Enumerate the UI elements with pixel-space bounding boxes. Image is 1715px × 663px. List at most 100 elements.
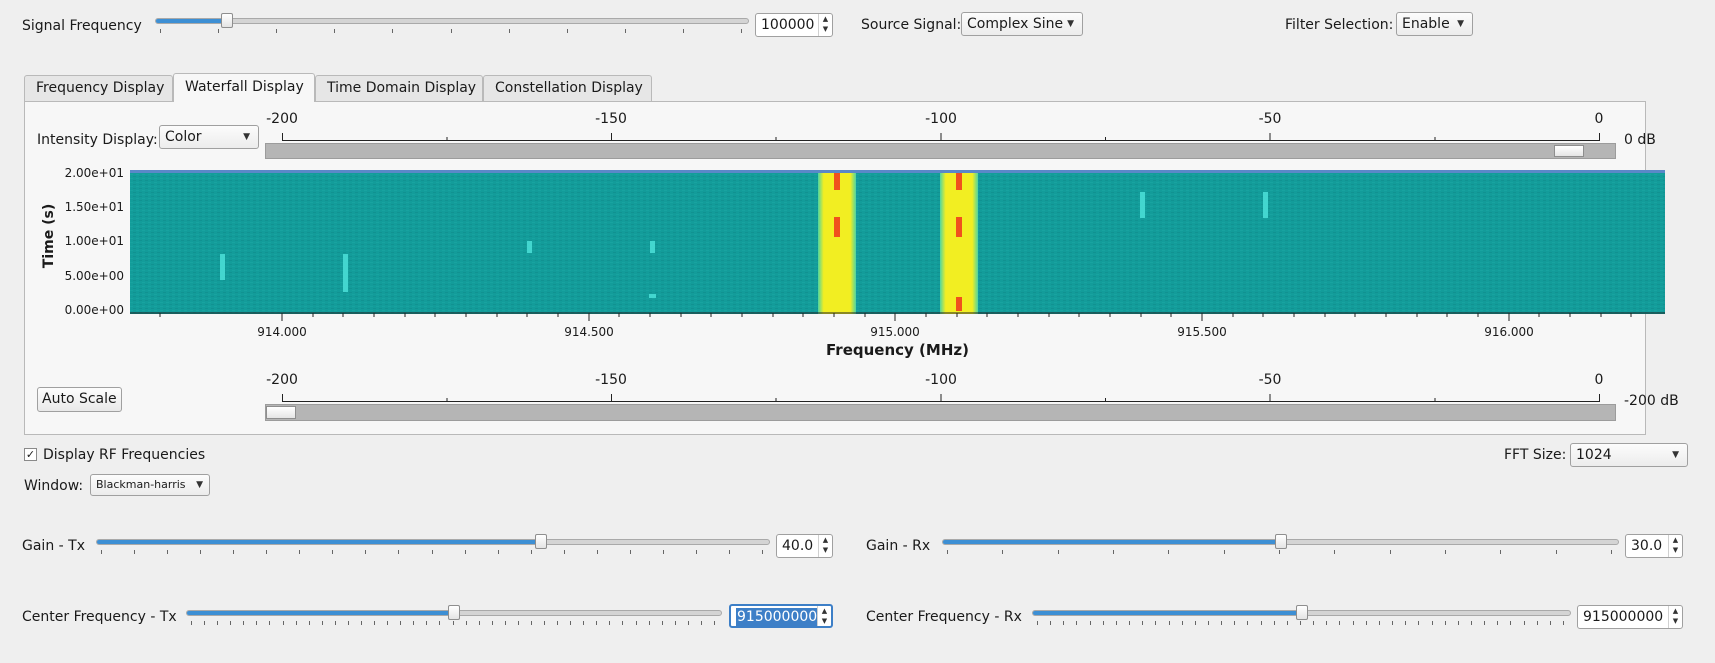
spin-arrows-icon[interactable]: ▲ ▼ xyxy=(818,14,832,36)
gain-rx-label: Gain - Rx xyxy=(866,538,931,554)
lower-db-value: -200 dB xyxy=(1624,393,1679,409)
lower-db-tick-label: -50 xyxy=(1258,372,1282,388)
intensity-display-combo[interactable]: Color ▼ xyxy=(159,125,259,149)
center-frequency-rx-spinbox[interactable]: 915000000 ▲ ▼ xyxy=(1577,605,1683,629)
chevron-down-icon: ▼ xyxy=(1067,19,1074,29)
combo-value: Enable xyxy=(1402,16,1450,32)
x-tick-label: 916.000 xyxy=(1484,325,1534,339)
x-tick-label: 914.000 xyxy=(257,325,307,339)
upper-db-value: 0 dB xyxy=(1624,132,1656,148)
spinbox-value: 915000000 xyxy=(1583,609,1664,625)
center-frequency-tx-label: Center Frequency - Tx xyxy=(22,609,177,625)
signal-peak xyxy=(834,173,840,190)
lower-db-ticks xyxy=(282,394,1600,402)
upper-db-ticks xyxy=(282,133,1600,141)
tab-constellation-display[interactable]: Constellation Display xyxy=(483,75,652,101)
spin-arrows-icon[interactable]: ▲ ▼ xyxy=(1668,535,1682,557)
display-rf-label: Display RF Frequencies xyxy=(43,447,206,463)
signal-frequency-spinbox[interactable]: 100000 ▲ ▼ xyxy=(755,13,833,37)
filter-selection-label: Filter Selection: xyxy=(1285,17,1394,33)
chevron-down-icon: ▼ xyxy=(1457,19,1464,29)
signal-trace xyxy=(343,254,348,292)
slider-handle[interactable] xyxy=(1274,534,1287,549)
signal-band xyxy=(940,173,978,314)
spinbox-value: 915000000 xyxy=(736,608,819,626)
tab-time-domain-display[interactable]: Time Domain Display xyxy=(315,75,483,101)
x-axis-ticks xyxy=(130,312,1665,321)
window-combo[interactable]: Blackman-harris ▼ xyxy=(90,474,210,496)
waterfall-plot[interactable] xyxy=(130,170,1665,314)
slider-ticks xyxy=(191,621,715,625)
lower-db-tick-label: -150 xyxy=(595,372,627,388)
spinbox-value: 100000 xyxy=(761,17,815,33)
signal-peak xyxy=(834,217,840,237)
filter-selection-combo[interactable]: Enable ▼ xyxy=(1396,12,1473,36)
lower-intensity-slider[interactable] xyxy=(265,404,1616,421)
x-tick-label: 914.500 xyxy=(564,325,614,339)
chevron-down-icon: ▼ xyxy=(1672,450,1679,460)
signal-peak xyxy=(956,297,962,311)
upper-intensity-slider[interactable] xyxy=(265,143,1616,159)
center-frequency-rx-slider[interactable] xyxy=(1032,605,1571,620)
tab-frequency-display[interactable]: Frequency Display xyxy=(24,75,173,101)
tab-waterfall-display[interactable]: Waterfall Display xyxy=(173,73,315,102)
x-tick-label: 915.500 xyxy=(1177,325,1227,339)
slider-ticks xyxy=(101,550,763,554)
signal-frequency-label: Signal Frequency xyxy=(22,18,142,34)
fft-size-combo[interactable]: 1024 ▼ xyxy=(1570,443,1688,467)
spin-arrows-icon[interactable]: ▲ ▼ xyxy=(1668,606,1682,628)
signal-band xyxy=(818,173,856,314)
gain-rx-slider[interactable] xyxy=(942,534,1619,549)
slider-handle[interactable] xyxy=(1554,145,1584,157)
chevron-down-icon: ▼ xyxy=(243,132,250,142)
y-tick-label: 5.00e+00 xyxy=(64,269,124,283)
signal-trace xyxy=(650,241,655,253)
upper-db-tick-label: 0 xyxy=(1594,111,1604,127)
gain-tx-slider[interactable] xyxy=(96,534,770,549)
combo-value: Complex Sine xyxy=(967,16,1064,32)
spin-arrows-icon[interactable]: ▲ ▼ xyxy=(817,606,831,626)
slider-handle[interactable] xyxy=(266,406,296,419)
slider-handle[interactable] xyxy=(534,534,547,549)
gain-tx-spinbox[interactable]: 40.0 ▲ ▼ xyxy=(776,534,833,558)
slider-handle[interactable] xyxy=(1295,605,1308,620)
source-signal-combo[interactable]: Complex Sine ▼ xyxy=(961,12,1083,36)
display-rf-checkbox[interactable]: ✓ xyxy=(24,448,37,461)
x-axis-label: Frequency (MHz) xyxy=(826,341,969,359)
combo-value: Blackman-harris xyxy=(96,478,186,491)
window-label: Window: xyxy=(24,478,84,494)
auto-scale-button[interactable]: Auto Scale xyxy=(37,387,122,412)
lower-db-scale-axis: -200 -150 -100 -50 0 xyxy=(266,372,1603,402)
waterfall-top-edge xyxy=(130,170,1665,173)
slider-fill xyxy=(943,540,1281,544)
gain-tx-label: Gain - Tx xyxy=(22,538,85,554)
slider-ticks xyxy=(947,550,1612,554)
lower-db-tick-label: 0 xyxy=(1594,372,1604,388)
lower-db-tick-label: -200 xyxy=(266,372,298,388)
combo-value: 1024 xyxy=(1576,447,1612,463)
signal-peak xyxy=(956,173,962,190)
slider-fill xyxy=(1033,611,1302,615)
spin-arrows-icon[interactable]: ▲ ▼ xyxy=(818,535,832,557)
signal-trace xyxy=(1140,192,1145,218)
center-frequency-tx-spinbox[interactable]: 915000000 ▲ ▼ xyxy=(729,604,833,628)
signal-peak xyxy=(956,217,962,237)
center-frequency-tx-slider[interactable] xyxy=(186,605,722,620)
gain-rx-spinbox[interactable]: 30.0 ▲ ▼ xyxy=(1625,534,1683,558)
spinbox-value: 40.0 xyxy=(782,538,814,554)
y-tick-label: 0.00e+00 xyxy=(64,303,124,317)
upper-db-tick-label: -150 xyxy=(595,111,627,127)
y-tick-label: 1.50e+01 xyxy=(64,200,124,214)
waterfall-background xyxy=(130,170,1665,314)
y-axis-ticks: 2.00e+01 1.50e+01 1.00e+01 5.00e+00 0.00… xyxy=(54,166,128,317)
slider-ticks xyxy=(160,29,742,33)
slider-handle[interactable] xyxy=(221,13,234,28)
upper-db-tick-label: -200 xyxy=(266,111,298,127)
y-tick-label: 1.00e+01 xyxy=(64,234,124,248)
slider-ticks xyxy=(1037,621,1564,625)
chevron-down-icon: ▼ xyxy=(196,480,203,490)
slider-handle[interactable] xyxy=(448,605,460,620)
signal-frequency-slider[interactable] xyxy=(155,13,749,28)
signal-trace xyxy=(1263,192,1268,218)
slider-fill xyxy=(97,540,541,544)
